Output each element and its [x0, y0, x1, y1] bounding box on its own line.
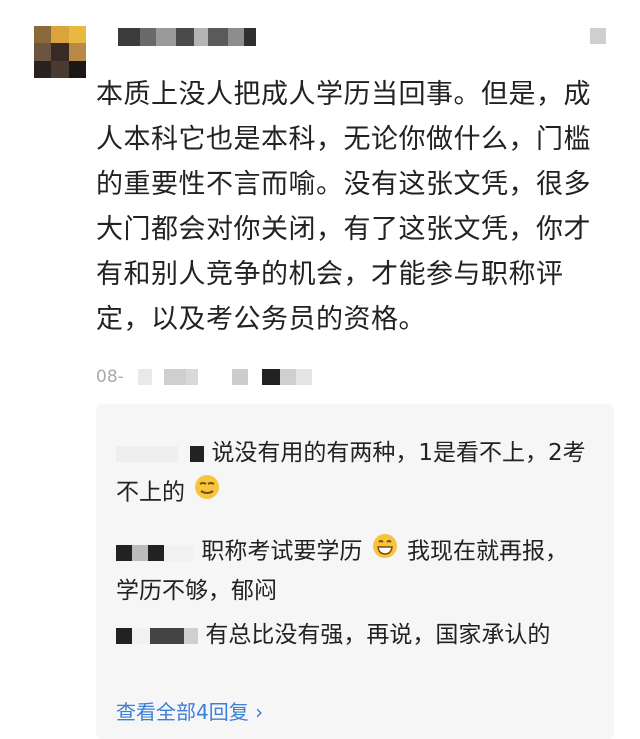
post-text: 本质上没人把成人学历当回事。但是，成人本科它也是本科，无论你做什么，门槛的重要性…: [96, 79, 591, 335]
username-pixelated[interactable]: [118, 28, 256, 46]
reply-username-pixelated[interactable]: [116, 533, 194, 571]
replies-panel: 说没有用的有两种，1是看不上，2考不上的 职称考试要学历 我现在就再报，学历不够…: [96, 404, 614, 739]
post-date: 08-: [96, 367, 124, 387]
more-icon[interactable]: [590, 28, 606, 44]
avatar[interactable]: [34, 26, 86, 78]
reply-username-pixelated[interactable]: [116, 617, 198, 655]
post-meta: 08-: [96, 366, 312, 388]
reply-text: 职称考试要学历: [201, 538, 363, 565]
see-all-replies-link[interactable]: 查看全部4回复 ›: [116, 696, 263, 725]
reply-text: 有总比没有强，再说，国家承认的: [205, 622, 551, 648]
reply-item[interactable]: 有总比没有强，再说，国家承认的: [116, 616, 586, 655]
reply-item[interactable]: 说没有用的有两种，1是看不上，2考不上的: [116, 434, 586, 513]
reply-item[interactable]: 职称考试要学历 我现在就再报，学历不够，郁闷: [116, 532, 586, 610]
smirk-emoji-icon: [192, 473, 222, 513]
reply-username-pixelated[interactable]: [116, 435, 204, 473]
grin-emoji-icon: [370, 532, 400, 572]
